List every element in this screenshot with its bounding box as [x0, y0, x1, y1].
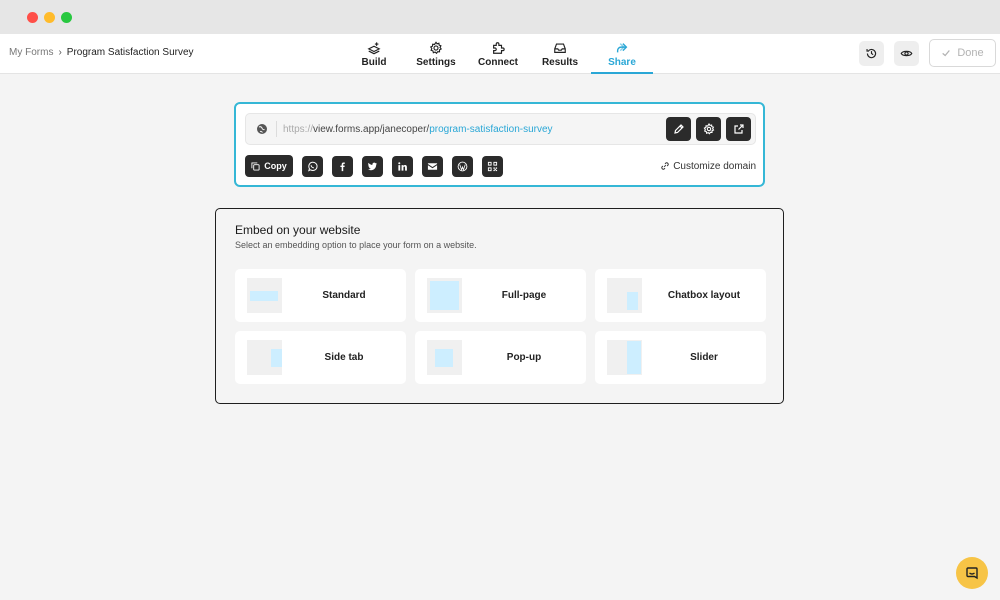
side-tab-layout-icon: [247, 340, 282, 375]
url-actions: [666, 117, 751, 141]
standard-layout-icon: [247, 278, 282, 313]
build-icon: [367, 41, 381, 54]
url-divider: [276, 121, 277, 137]
header-actions: Done: [859, 39, 996, 67]
inbox-icon: [554, 42, 566, 53]
globe-icon: [257, 124, 267, 134]
share-twitter-button[interactable]: [362, 155, 383, 177]
window-maximize-button[interactable]: [61, 12, 72, 23]
pop-up-layout-icon: [427, 340, 462, 375]
share-wordpress-button[interactable]: [452, 155, 473, 177]
puzzle-icon: [493, 41, 505, 54]
url-settings-button[interactable]: [696, 117, 721, 141]
twitter-icon: [367, 162, 378, 170]
open-form-button[interactable]: [726, 117, 751, 141]
customize-domain-label: Customize domain: [673, 160, 756, 172]
breadcrumb: My Forms › Program Satisfaction Survey: [9, 47, 194, 58]
embed-option-full-page[interactable]: Full-page: [415, 269, 586, 322]
wordpress-icon: [457, 161, 468, 171]
share-whatsapp-button[interactable]: [302, 155, 323, 177]
embed-option-label: Chatbox layout: [667, 290, 741, 301]
edit-url-button[interactable]: [666, 117, 691, 141]
form-url-field[interactable]: https://view.forms.app/janecoper/program…: [245, 113, 756, 145]
embed-option-side-tab[interactable]: Side tab: [235, 331, 406, 384]
slider-layout-icon: [607, 340, 642, 375]
copy-button-label: Copy: [264, 161, 287, 171]
share-icon: [616, 42, 628, 52]
embed-option-label: Side tab: [324, 352, 364, 363]
tab-results-label: Results: [541, 56, 579, 68]
window-minimize-button[interactable]: [44, 12, 55, 23]
breadcrumb-separator: ›: [58, 47, 62, 58]
chat-icon: [966, 567, 978, 580]
breadcrumb-current-form: Program Satisfaction Survey: [66, 47, 194, 58]
external-link-icon: [733, 124, 744, 134]
main-content: https://view.forms.app/janecoper/program…: [0, 74, 1000, 600]
done-button[interactable]: Done: [929, 39, 996, 67]
embed-subtitle: Select an embedding option to place your…: [235, 240, 477, 250]
share-facebook-button[interactable]: [332, 155, 353, 177]
embed-option-pop-up[interactable]: Pop-up: [415, 331, 586, 384]
full-page-layout-icon: [427, 278, 462, 313]
embed-option-slider[interactable]: Slider: [595, 331, 766, 384]
copy-link-button[interactable]: Copy: [245, 155, 293, 177]
embed-option-label: Pop-up: [506, 352, 542, 363]
tab-build[interactable]: Build: [343, 34, 405, 74]
copy-icon: [251, 161, 260, 171]
share-linkedin-button[interactable]: [392, 155, 413, 177]
chatbox-layout-icon: [607, 278, 642, 313]
embed-title: Embed on your website: [235, 223, 361, 237]
gear-icon: [703, 123, 714, 135]
embed-section: Embed on your website Select an embeddin…: [215, 208, 784, 404]
tab-settings-label: Settings: [416, 56, 456, 68]
main-tabs: Build Settings Connect Results Share: [343, 34, 653, 74]
tab-build-label: Build: [361, 56, 387, 68]
url-slug: program-satisfaction-survey: [429, 124, 553, 135]
linkedin-icon: [398, 161, 407, 171]
embed-option-label: Slider: [690, 352, 718, 363]
embed-option-label: Standard: [322, 290, 366, 301]
tab-share-label: Share: [608, 56, 636, 68]
pencil-icon: [673, 124, 684, 134]
gear-icon: [429, 40, 443, 54]
tab-connect-label: Connect: [478, 56, 518, 68]
top-navigation: My Forms › Program Satisfaction Survey B…: [0, 34, 1000, 74]
tab-connect[interactable]: Connect: [467, 34, 529, 74]
support-chat-button[interactable]: [956, 557, 988, 589]
email-icon: [427, 162, 438, 170]
share-link-card: https://view.forms.app/janecoper/program…: [234, 102, 765, 187]
done-button-label: Done: [957, 47, 984, 59]
whatsapp-icon: [308, 161, 318, 172]
breadcrumb-my-forms[interactable]: My Forms: [9, 47, 53, 58]
tab-share[interactable]: Share: [591, 34, 653, 74]
tab-settings[interactable]: Settings: [405, 34, 467, 74]
embed-option-chatbox[interactable]: Chatbox layout: [595, 269, 766, 322]
eye-icon: [900, 50, 913, 56]
history-button[interactable]: [859, 40, 884, 66]
share-qr-code-button[interactable]: [482, 155, 503, 177]
checkmark-icon: [942, 50, 951, 57]
url-host: view.forms.app/janecoper/: [313, 124, 430, 135]
share-buttons-row: Copy Customize domain: [245, 155, 756, 177]
form-url: https://view.forms.app/janecoper/program…: [283, 124, 553, 135]
share-email-button[interactable]: [422, 155, 443, 177]
window-title-bar: [0, 0, 1000, 34]
history-icon: [866, 48, 877, 58]
tab-results[interactable]: Results: [529, 34, 591, 74]
preview-button[interactable]: [894, 40, 919, 66]
window-close-button[interactable]: [27, 12, 38, 23]
embed-option-standard[interactable]: Standard: [235, 269, 406, 322]
qr-code-icon: [487, 161, 498, 171]
link-icon: [661, 162, 669, 170]
embed-option-label: Full-page: [501, 290, 547, 301]
url-protocol: https://: [283, 124, 314, 135]
facebook-icon: [340, 161, 345, 171]
customize-domain-link[interactable]: Customize domain: [660, 161, 756, 172]
